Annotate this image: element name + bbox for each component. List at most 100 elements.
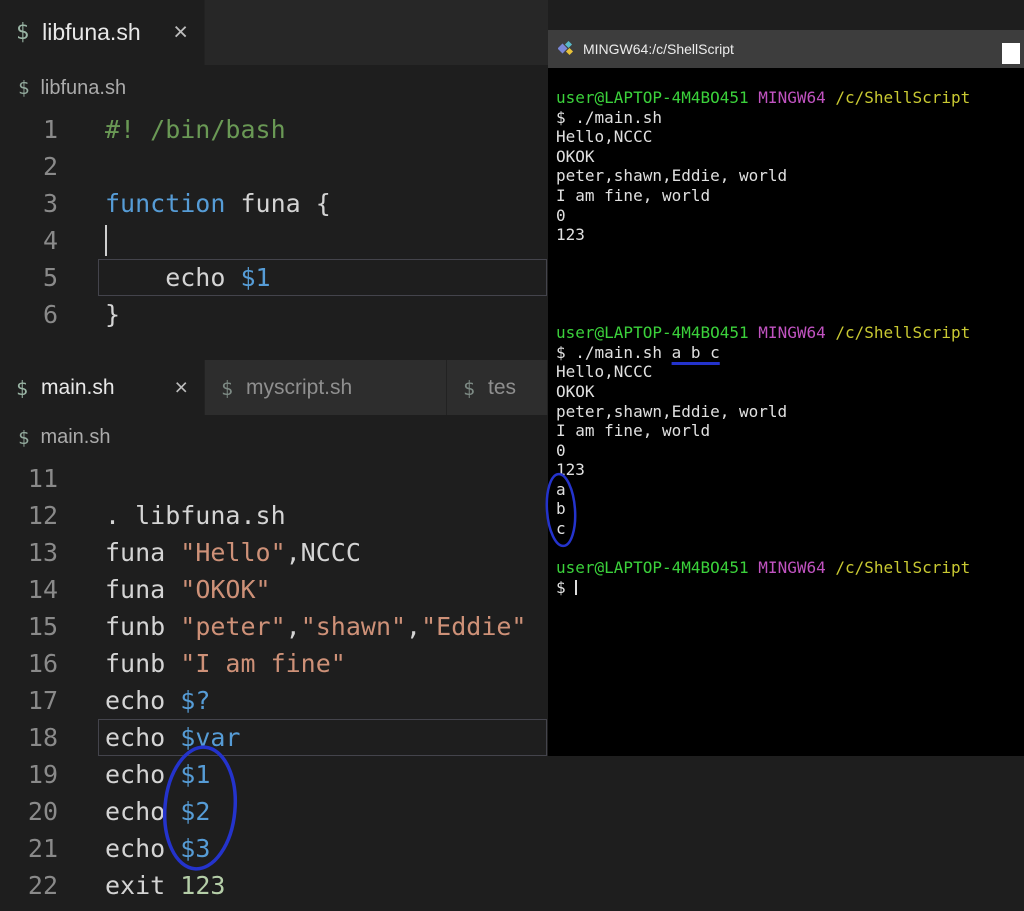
code-line-21[interactable]: 21 echo $3 xyxy=(0,830,548,867)
code-line-11[interactable]: 11 xyxy=(0,460,548,497)
code-token: "OKOK" xyxy=(180,575,271,604)
code-text: echo $var xyxy=(58,719,548,756)
code-text: echo $3 xyxy=(58,830,548,867)
code-line-13[interactable]: 13 funa "Hello",NCCC xyxy=(0,534,548,571)
window-controls[interactable] xyxy=(1002,43,1020,64)
terminal-prompt-line: user@LAPTOP-4M4BO451 MINGW64 /c/ShellScr… xyxy=(556,88,1024,108)
code-token: funa xyxy=(105,575,181,604)
terminal-titlebar[interactable]: MINGW64:/c/ShellScript xyxy=(548,30,1024,68)
terminal-text-segment: Hello,NCCC xyxy=(556,362,653,382)
breadcrumb-libfuna[interactable]: $ libfuna.sh xyxy=(0,65,548,111)
tab-label: main.sh xyxy=(41,375,115,399)
code-line-5[interactable]: 5 echo $1 xyxy=(0,259,548,296)
code-line-22[interactable]: 22 exit 123 xyxy=(0,867,548,904)
tab-test[interactable]: $ tes xyxy=(447,360,548,415)
code-line-12[interactable]: 12 . libfuna.sh xyxy=(0,497,548,534)
code-text: funa "OKOK" xyxy=(58,571,548,608)
code-line-2[interactable]: 2 xyxy=(0,148,548,185)
code-token: funa xyxy=(105,538,181,567)
terminal-cursor xyxy=(575,579,578,595)
code-line-17[interactable]: 17 echo $? xyxy=(0,682,548,719)
terminal-line: 0 xyxy=(556,206,1024,226)
code-line-4[interactable]: 4 xyxy=(0,222,548,259)
close-tab-icon[interactable]: × xyxy=(175,374,189,401)
terminal-window: MINGW64:/c/ShellScript user@LAPTOP-4M4BO… xyxy=(548,30,1024,756)
code-text: function funa { xyxy=(58,185,548,222)
code-token: . libfuna.sh xyxy=(105,501,286,530)
line-number: 19 xyxy=(27,760,58,789)
breadcrumb-main[interactable]: $ main.sh xyxy=(0,415,548,460)
line-number: 21 xyxy=(27,834,58,863)
code-text: #! /bin/bash xyxy=(58,111,548,148)
terminal-text-segment: OKOK xyxy=(556,146,595,166)
terminal-line: I am fine, world xyxy=(556,421,1024,441)
code-text: } xyxy=(58,296,548,333)
tabbar-bottom: $ main.sh × $ myscript.sh $ tes xyxy=(0,360,548,415)
code-text: echo $1 xyxy=(58,259,548,296)
shellscript-file-icon: $ xyxy=(16,20,30,45)
code-text: exit 123 xyxy=(58,867,548,904)
tab-myscript[interactable]: $ myscript.sh xyxy=(205,360,447,415)
editor-group-bottom: $ main.sh × $ myscript.sh $ tes $ main.s… xyxy=(0,360,548,911)
terminal-text-segment: 123 xyxy=(556,460,585,480)
terminal-output[interactable]: user@LAPTOP-4M4BO451 MINGW64 /c/ShellScr… xyxy=(548,68,1024,597)
terminal-line: a xyxy=(556,480,1024,500)
code-line-16[interactable]: 16 funb "I am fine" xyxy=(0,645,548,682)
code-token: echo xyxy=(105,834,181,863)
code-line-15[interactable]: 15 funb "peter","shawn","Eddie" xyxy=(0,608,548,645)
code-line-3[interactable]: 3 function funa { xyxy=(0,185,548,222)
terminal-text-segment: a xyxy=(556,479,566,499)
terminal-line: $ ./main.sh a b c xyxy=(556,343,1024,363)
code-line-19[interactable]: 19 echo $1 xyxy=(0,756,548,793)
terminal-text-segment: MINGW64 xyxy=(758,88,826,107)
code-token: $2 xyxy=(180,797,211,826)
code-token: , xyxy=(285,612,301,641)
line-number: 18 xyxy=(27,723,58,752)
code-token: , xyxy=(406,612,422,641)
terminal-line: 0 xyxy=(556,441,1024,461)
shellscript-file-icon: $ xyxy=(18,77,30,99)
terminal-line: peter,shawn,Eddie, world xyxy=(556,402,1024,422)
code-line-6[interactable]: 6} xyxy=(0,296,548,333)
code-line-18[interactable]: 18 echo $var xyxy=(0,719,548,756)
terminal-text-segment: 123 xyxy=(556,225,585,245)
shellscript-file-icon: $ xyxy=(18,426,30,449)
code-line-20[interactable]: 20 echo $2 xyxy=(0,793,548,830)
code-token: funb xyxy=(105,649,181,678)
line-number: 12 xyxy=(27,501,58,530)
code-text: funb "peter","shawn","Eddie" xyxy=(58,608,548,645)
terminal-text-segment: user@LAPTOP-4M4BO451 xyxy=(556,88,749,107)
code-text: funa "Hello",NCCC xyxy=(58,534,548,571)
code-token: $3 xyxy=(180,834,211,863)
terminal-line: b xyxy=(556,499,1024,519)
close-tab-icon[interactable]: × xyxy=(173,18,188,47)
terminal-text-segment: $ ./main.sh xyxy=(556,107,662,127)
code-line-14[interactable]: 14 funa "OKOK" xyxy=(0,571,548,608)
code-token: $? xyxy=(180,686,211,715)
tab-main[interactable]: $ main.sh × xyxy=(0,360,205,415)
code-token: } xyxy=(105,300,121,329)
code-token: echo xyxy=(105,760,181,789)
code-line-1[interactable]: 1 #! /bin/bash xyxy=(0,111,548,148)
text-cursor xyxy=(105,225,107,256)
terminal-text-segment: /c/ShellScript xyxy=(835,558,971,578)
code-area-main[interactable]: 11 12 . libfuna.sh 13 funa "Hello",NCCC 14 fun… xyxy=(0,460,548,904)
terminal-line: $ ./main.sh xyxy=(556,108,1024,128)
code-area-libfuna[interactable]: 1 #! /bin/bash 2 3 function funa {4 5 echo $1… xyxy=(0,111,548,333)
line-number: 16 xyxy=(27,649,58,678)
code-token: echo xyxy=(105,263,241,292)
line-number: 3 xyxy=(42,189,58,218)
tab-libfuna[interactable]: $ libfuna.sh × xyxy=(0,0,205,65)
terminal-line: Hello,NCCC xyxy=(556,362,1024,382)
line-number: 4 xyxy=(42,226,58,255)
code-token: echo xyxy=(105,723,181,752)
terminal-text-segment: peter,shawn,Eddie, world xyxy=(556,401,788,421)
tab-label: myscript.sh xyxy=(246,375,353,399)
